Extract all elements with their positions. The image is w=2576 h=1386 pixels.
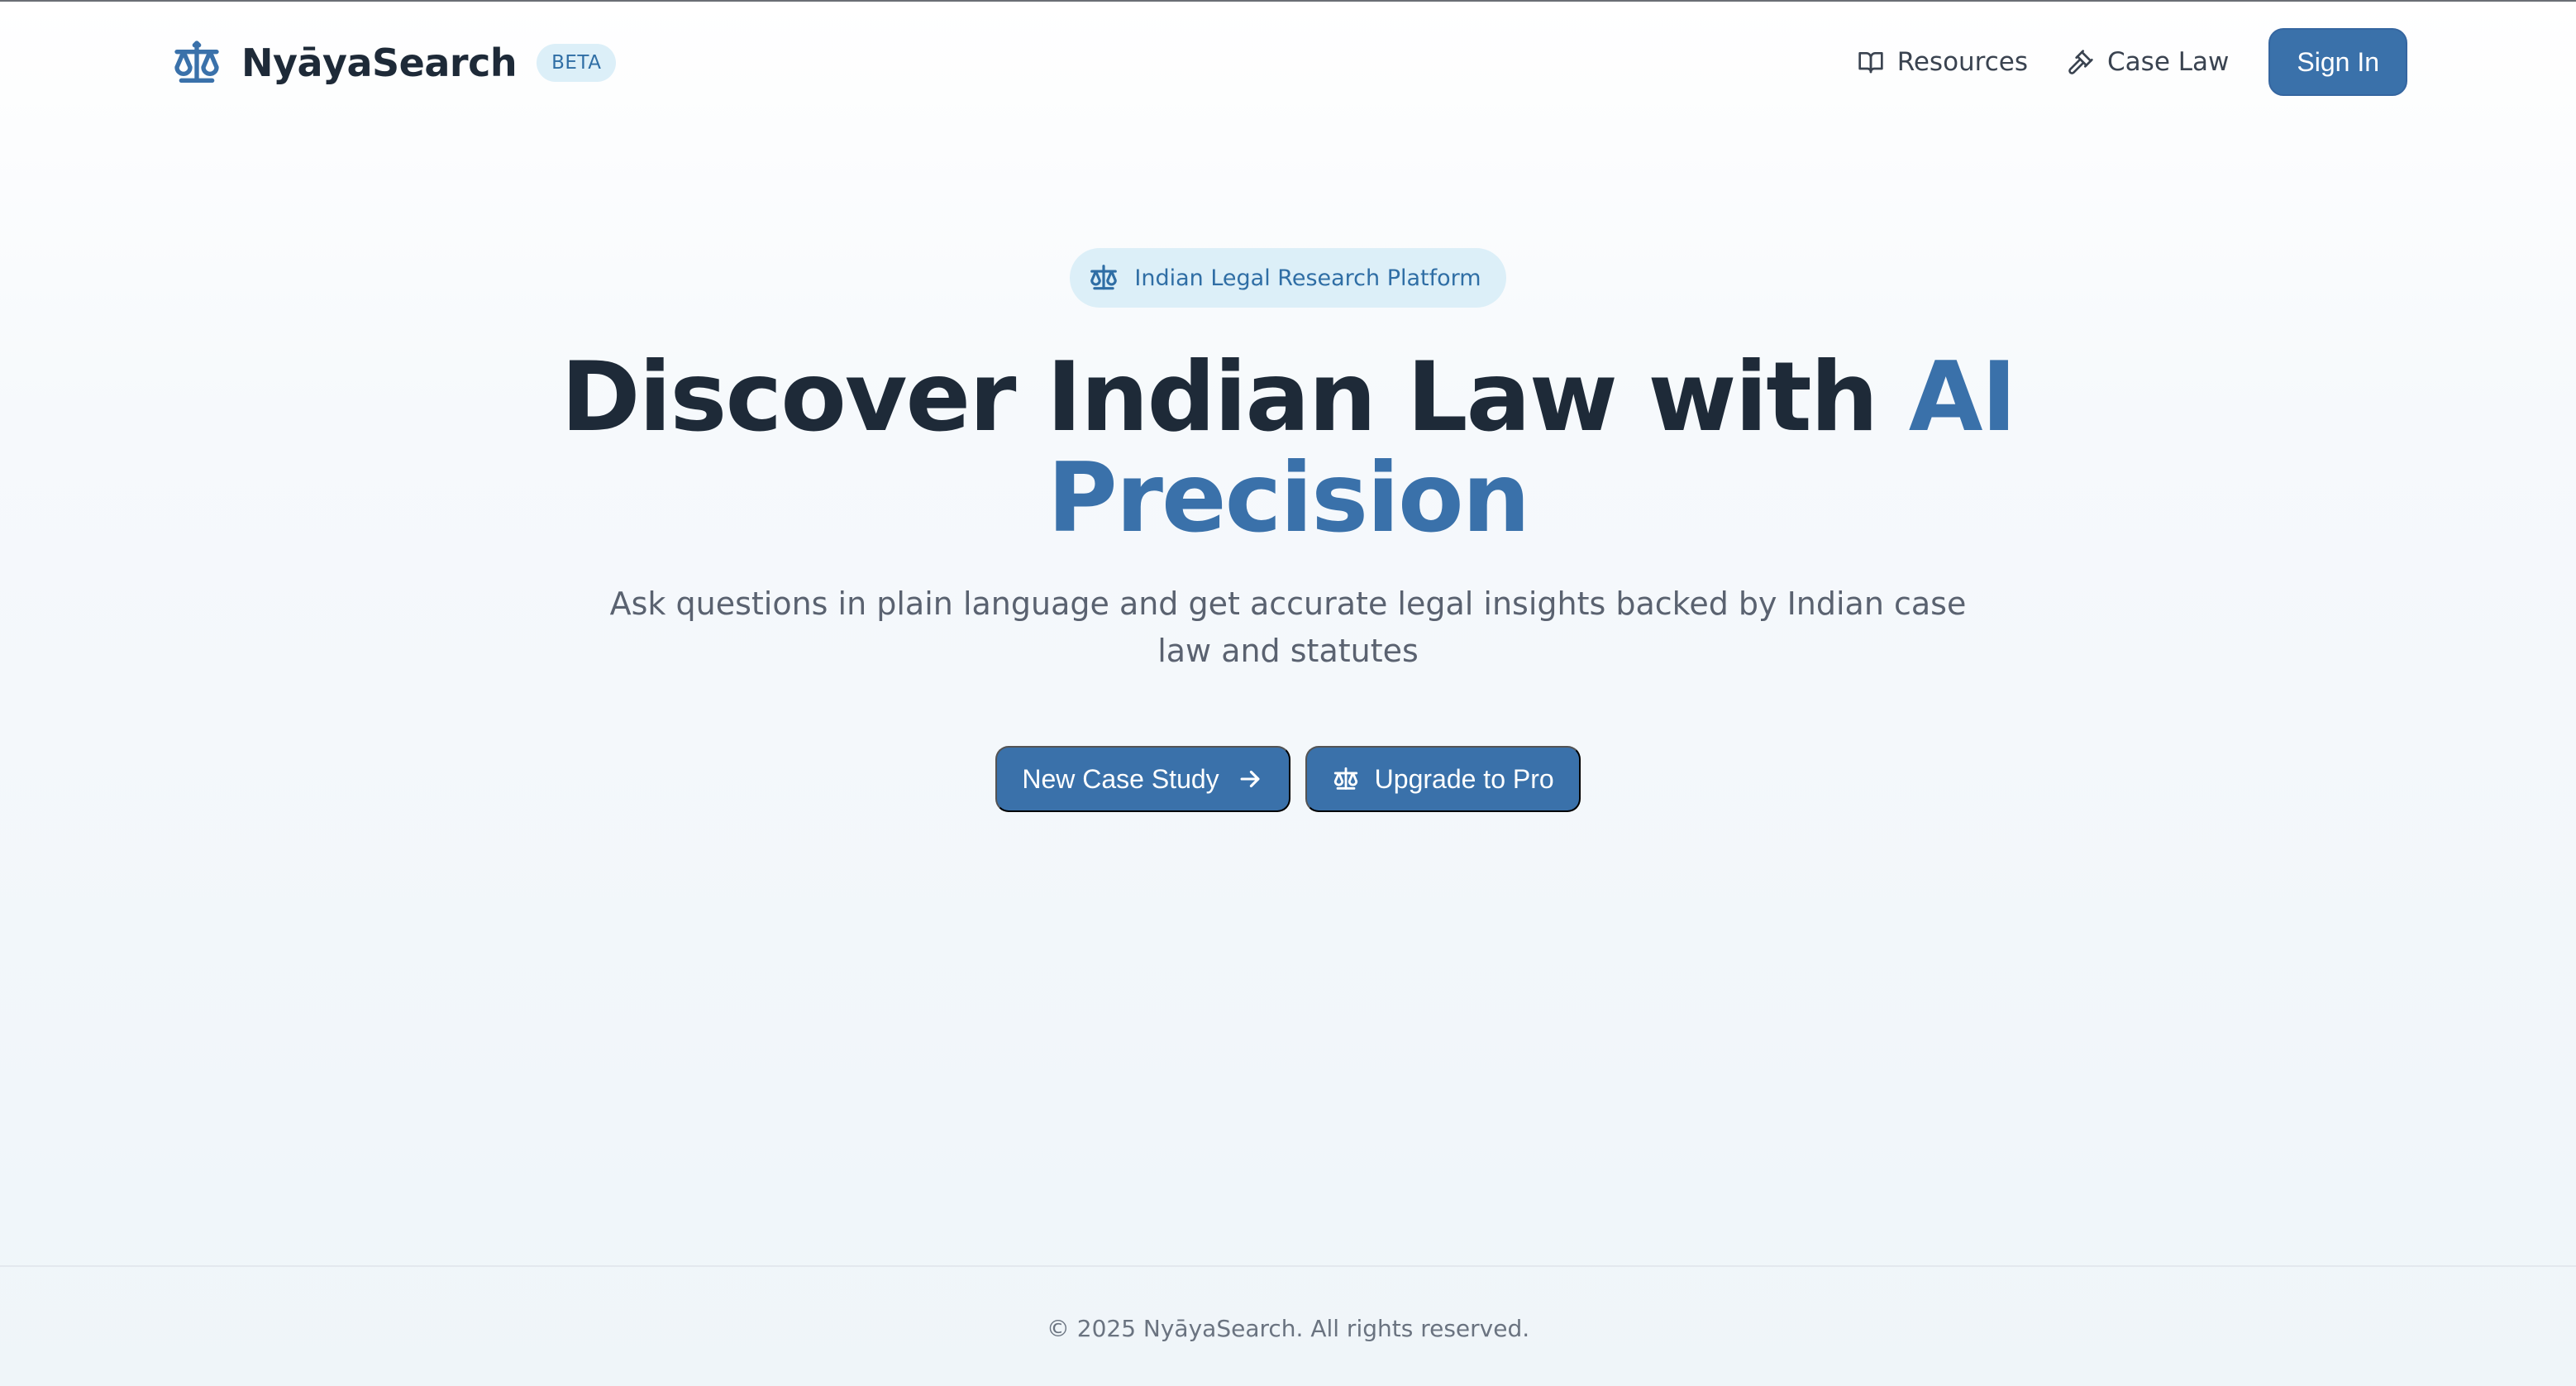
hero-subtitle: Ask questions in plain language and get … — [609, 585, 1967, 669]
nav-resources-link[interactable]: Resources — [1858, 47, 2028, 77]
gavel-icon — [2068, 50, 2093, 74]
site-footer: © 2025 NyāyaSearch. All rights reserved. — [0, 1265, 2576, 1386]
hero-section: Indian Legal Research Platform Discover … — [0, 248, 2576, 812]
book-open-icon — [1858, 51, 1883, 74]
brand-logo[interactable]: NyāyaSearch BETA — [170, 33, 617, 93]
arrow-right-icon — [1240, 770, 1260, 788]
nav-case-law-link[interactable]: Case Law — [2068, 47, 2229, 77]
platform-pill: Indian Legal Research Platform — [1070, 248, 1506, 308]
headline-accent-ai: AI — [1908, 342, 2017, 453]
scale-icon — [174, 41, 219, 83]
new-case-study-label: New Case Study — [1022, 763, 1219, 794]
hero-headline: Discover Indian Law with AI Precision — [0, 347, 2576, 549]
headline-accent-precision: Precision — [1047, 442, 1531, 554]
upgrade-to-pro-button[interactable]: Upgrade to Pro — [1305, 746, 1581, 812]
brand-name: NyāyaSearch — [241, 41, 518, 85]
new-case-study-button[interactable]: New Case Study — [995, 746, 1290, 812]
scale-icon — [1090, 265, 1118, 290]
platform-pill-label: Indian Legal Research Platform — [1134, 265, 1481, 291]
site-header: NyāyaSearch BETA Resources Case Law Sign… — [0, 2, 2576, 122]
top-nav: Resources Case Law Sign In — [1858, 28, 2407, 96]
scale-icon — [1333, 767, 1357, 790]
nav-case-law-label: Case Law — [2107, 47, 2230, 77]
upgrade-to-pro-label: Upgrade to Pro — [1374, 763, 1554, 794]
sign-in-button[interactable]: Sign In — [2268, 28, 2407, 96]
cta-row: New Case Study Upgrade to Pro — [0, 746, 2576, 812]
nav-resources-label: Resources — [1896, 47, 2029, 77]
footer-copyright: © 2025 NyāyaSearch. All rights reserved. — [1046, 1315, 1530, 1342]
beta-badge: BETA — [537, 44, 617, 82]
headline-main: Discover Indian Law with — [561, 342, 1909, 453]
